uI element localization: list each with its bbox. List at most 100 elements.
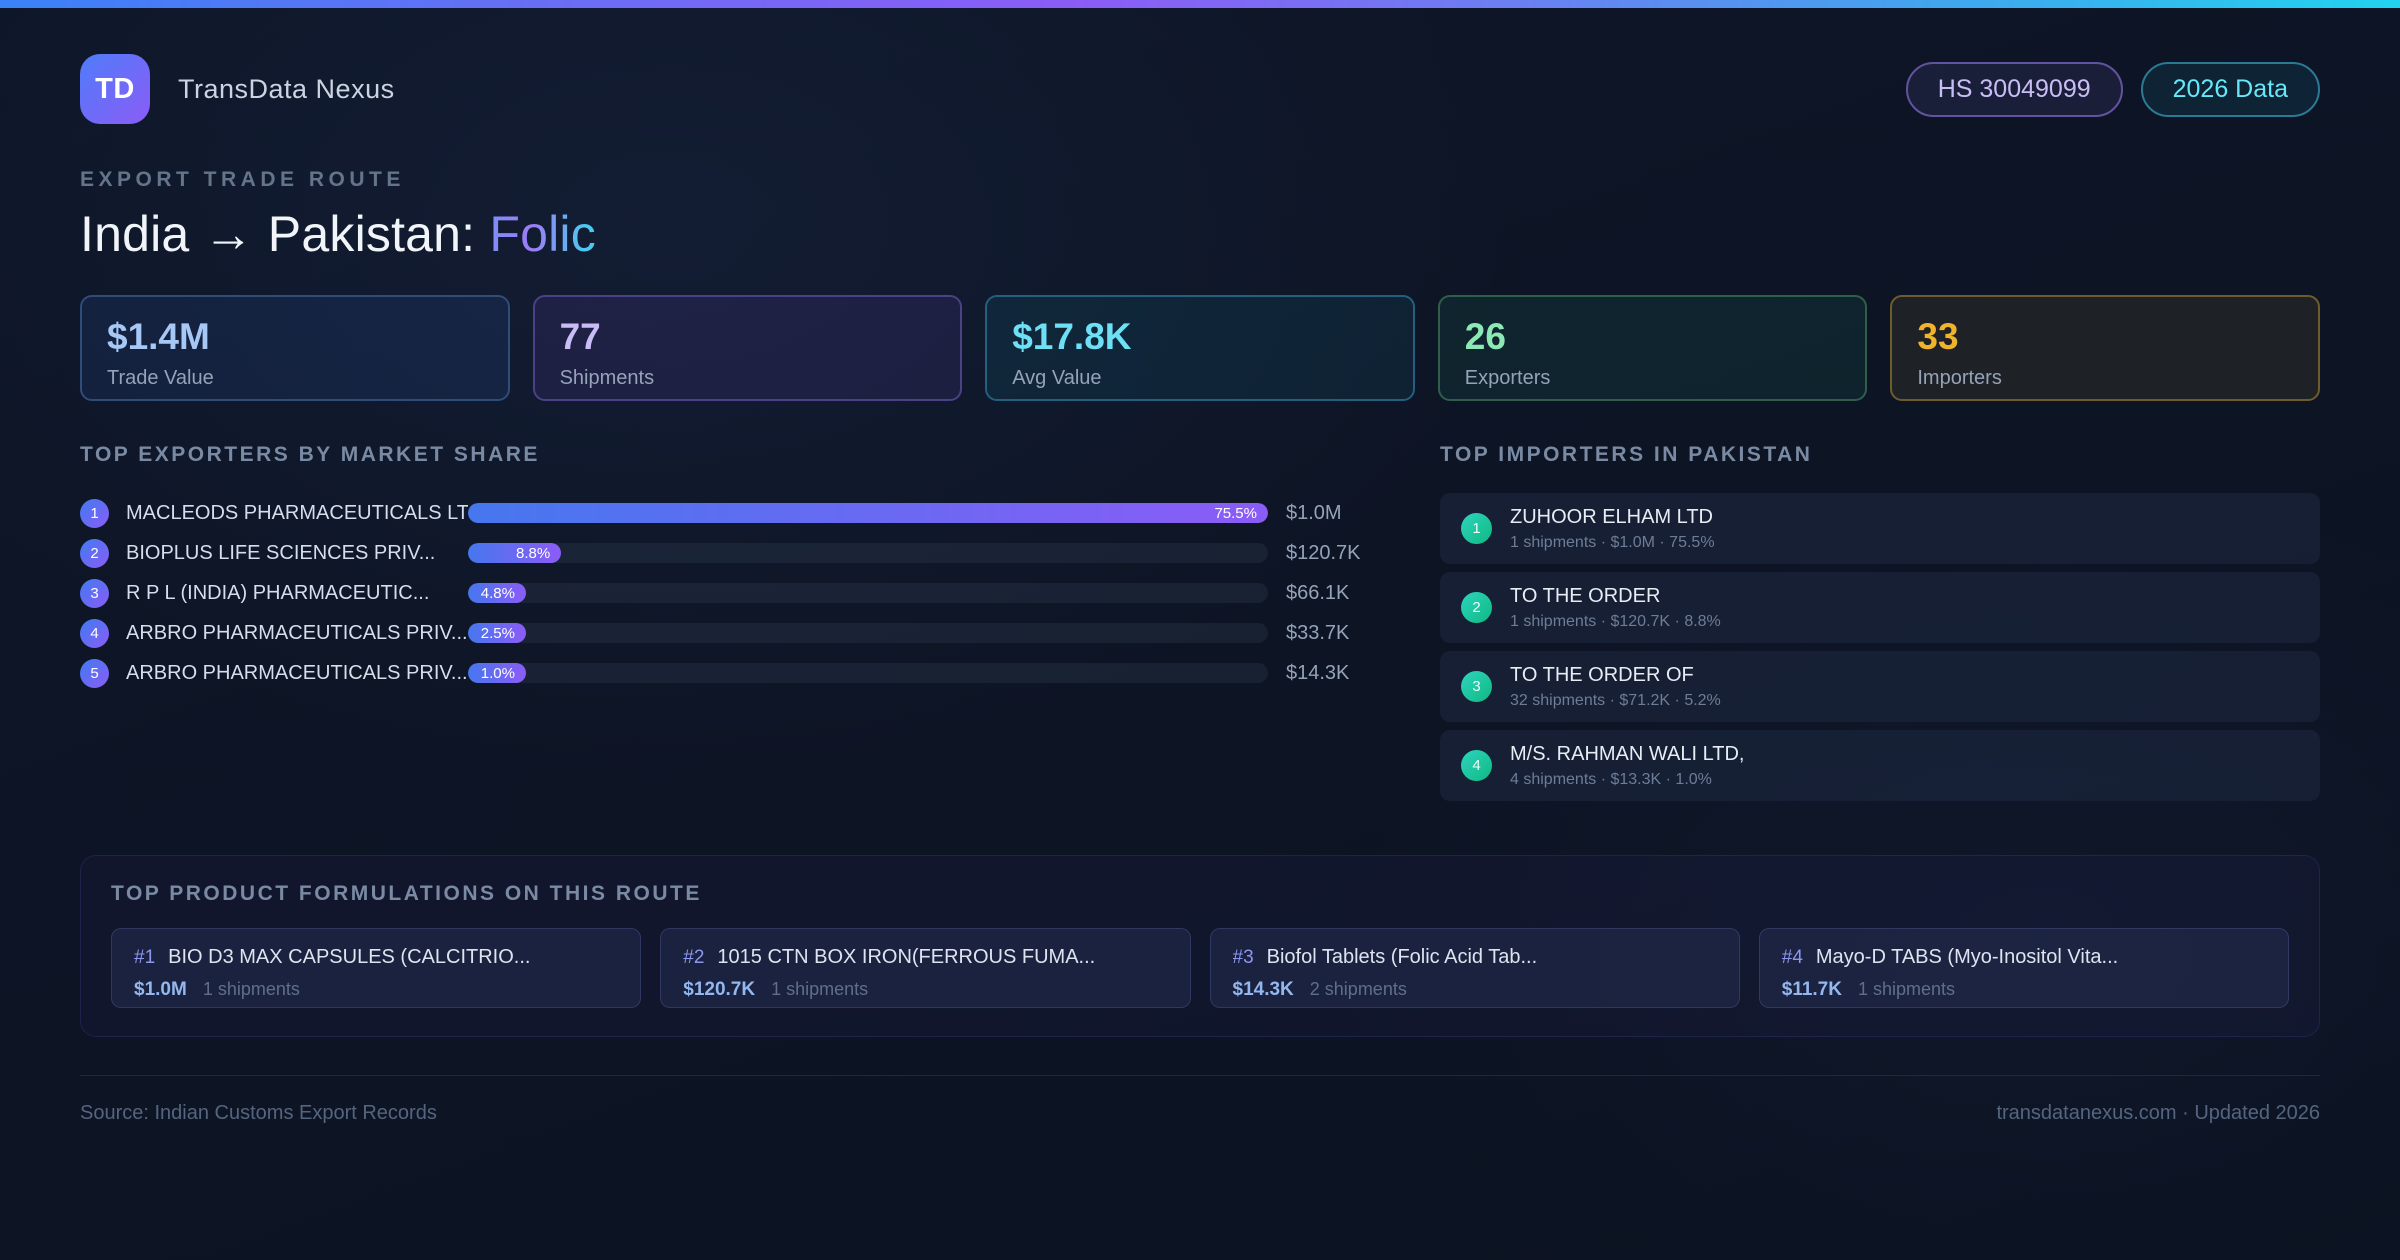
product-value: $1.0M (134, 979, 187, 1000)
importers-heading: TOP IMPORTERS IN PAKISTAN (1440, 443, 1813, 466)
market-share-bar-track: 8.8% (468, 543, 1268, 563)
share-percent-label: 2.5% (480, 624, 515, 642)
share-percent-label: 8.8% (516, 544, 551, 562)
product-value: $11.7K (1781, 979, 1842, 1000)
stat-card-trade-value: $1.4M Trade Value (80, 295, 510, 401)
exporter-name: ARBRO PHARMACEUTICALS PRIV... (126, 621, 468, 644)
product-card: #1 BIO D3 MAX CAPSULES (CALCITRIO... $1.… (111, 928, 642, 1008)
stat-value: 77 (559, 316, 601, 357)
stat-label: Avg Value (1012, 367, 1102, 389)
page-title-accent: Folic (489, 206, 596, 262)
importer-meta: 1 shipments · $1.0M · 75.5% (1510, 533, 1715, 551)
stat-card-exporters: 26 Exporters (1437, 295, 1868, 401)
market-share-bar: 1.0% (468, 663, 526, 683)
product-card: #2 1015 CTN BOX IRON(FERROUS FUMA... $12… (660, 928, 1191, 1008)
importer-card: 4 M/S. RAHMAN WALI LTD, 4 shipments · $1… (1440, 730, 2320, 801)
stat-card-row: $1.4M Trade Value 77 Shipments $17.8K Av… (80, 295, 2320, 401)
product-value: $14.3K (1232, 979, 1294, 1000)
exporter-value: $120.7K (1286, 541, 1361, 564)
products-panel: TOP PRODUCT FORMULATIONS ON THIS ROUTE #… (80, 855, 2320, 1037)
site-note[interactable]: transdatanexus.com · Updated 2026 (1996, 1102, 2320, 1125)
exporter-name: MACLEODS PHARMACEUTICALS LTD (126, 501, 468, 524)
rank-badge: 3 (80, 578, 109, 608)
stat-card-importers: 33 Importers (1890, 295, 2320, 401)
rank-badge: 1 (80, 498, 109, 528)
page-footer: Source: Indian Customs Export Records tr… (80, 1075, 2320, 1125)
rank-badge: 2 (1461, 592, 1492, 623)
importer-card: 2 TO THE ORDER 1 shipments · $120.7K · 8… (1440, 572, 2320, 643)
importer-name: TO THE ORDER OF (1510, 663, 1694, 686)
importer-name: TO THE ORDER (1510, 584, 1661, 607)
market-share-bar: 2.5% (468, 623, 526, 643)
rank-badge: 1 (1461, 513, 1492, 544)
data-year-badge[interactable]: 2026 Data (2140, 61, 2320, 117)
product-card: #4 Mayo-D TABS (Myo-Inositol Vita... $11… (1758, 928, 2289, 1008)
app-name: TransData Nexus (178, 73, 395, 104)
market-share-bar-track: 75.5% (468, 503, 1268, 523)
rank-badge: 4 (80, 618, 109, 648)
share-percent-label: 4.8% (480, 584, 515, 602)
product-name: BIO D3 MAX CAPSULES (CALCITRIO... (168, 946, 531, 968)
share-percent-label: 1.0% (480, 664, 515, 682)
stat-value: 33 (1917, 316, 1959, 357)
hs-code-badge[interactable]: HS 30049099 (1905, 61, 2123, 117)
product-rank: #3 (1232, 947, 1254, 968)
stat-label: Exporters (1464, 367, 1551, 389)
exporter-row: 4 ARBRO PHARMACEUTICALS PRIV... 2.5% $33… (80, 613, 1376, 653)
exporter-name: R P L (INDIA) PHARMACEUTIC... (126, 581, 430, 604)
importer-meta: 32 shipments · $71.2K · 5.2% (1510, 691, 1721, 709)
market-share-bar: 8.8% (468, 543, 562, 563)
product-rank: #1 (134, 947, 156, 968)
page-title: India → Pakistan: Folic (80, 205, 2320, 263)
page-title-main: India → Pakistan: (80, 206, 490, 262)
stat-value: $1.4M (107, 316, 210, 357)
product-shipments: 1 shipments (1857, 979, 1956, 999)
exporter-name: BIOPLUS LIFE SCIENCES PRIV... (126, 541, 436, 564)
stat-label: Trade Value (107, 367, 214, 389)
rank-badge: 5 (80, 658, 109, 688)
importer-name: M/S. RAHMAN WALI LTD, (1510, 742, 1745, 765)
exporter-row: 5 ARBRO PHARMACEUTICALS PRIV... 1.0% $14… (80, 653, 1376, 693)
product-card: #3 Biofol Tablets (Folic Acid Tab... $14… (1209, 928, 1740, 1008)
product-name: Biofol Tablets (Folic Acid Tab... (1266, 946, 1538, 968)
market-share-bar: 75.5% (468, 503, 1268, 523)
market-share-bar: 4.8% (468, 583, 526, 603)
app-logo-text: TD (95, 72, 135, 105)
app-logo: TD (80, 54, 150, 124)
share-percent-label: 75.5% (1214, 504, 1257, 522)
importer-meta: 4 shipments · $13.3K · 1.0% (1510, 770, 1712, 788)
source-note: Source: Indian Customs Export Records (80, 1102, 437, 1124)
stat-card-avg-value: $17.8K Avg Value (985, 295, 1415, 401)
importer-name: ZUHOOR ELHAM LTD (1510, 505, 1713, 528)
stat-label: Shipments (559, 367, 655, 389)
market-share-bar-track: 2.5% (468, 623, 1268, 643)
market-share-bar-track: 4.8% (468, 583, 1268, 603)
importer-card: 3 TO THE ORDER OF 32 shipments · $71.2K … (1440, 651, 2320, 722)
product-shipments: 2 shipments (1309, 979, 1407, 999)
stat-value: 26 (1464, 316, 1506, 357)
stat-label: Importers (1917, 367, 2002, 389)
exporters-section: TOP EXPORTERS BY MARKET SHARE 1 MACLEODS… (80, 443, 1376, 809)
product-rank: #4 (1781, 947, 1803, 968)
exporters-heading: TOP EXPORTERS BY MARKET SHARE (80, 443, 540, 466)
top-accent-bar (0, 0, 2400, 8)
product-value: $120.7K (683, 979, 756, 1000)
stat-value: $17.8K (1012, 316, 1132, 357)
importers-section: TOP IMPORTERS IN PAKISTAN 1 ZUHOOR ELHAM… (1440, 443, 2320, 809)
product-shipments: 1 shipments (202, 979, 300, 999)
rank-badge: 4 (1461, 750, 1492, 781)
exporter-value: $1.0M (1286, 501, 1342, 524)
route-eyebrow: EXPORT TRADE ROUTE (80, 168, 405, 191)
exporter-value: $14.3K (1286, 661, 1350, 684)
exporter-name: ARBRO PHARMACEUTICALS PRIV... (126, 661, 468, 684)
exporter-value: $33.7K (1286, 621, 1350, 644)
app-header: TD TransData Nexus HS 30049099 2026 Data (80, 54, 2320, 124)
products-heading: TOP PRODUCT FORMULATIONS ON THIS ROUTE (111, 882, 702, 905)
exporter-value: $66.1K (1286, 581, 1350, 604)
market-share-bar-track: 1.0% (468, 663, 1268, 683)
exporter-row: 2 BIOPLUS LIFE SCIENCES PRIV... 8.8% $12… (80, 533, 1376, 573)
exporter-row: 1 MACLEODS PHARMACEUTICALS LTD 75.5% $1.… (80, 493, 1376, 533)
stat-card-shipments: 77 Shipments (532, 295, 963, 401)
product-name: Mayo-D TABS (Myo-Inositol Vita... (1815, 946, 2119, 968)
rank-badge: 2 (80, 538, 109, 568)
